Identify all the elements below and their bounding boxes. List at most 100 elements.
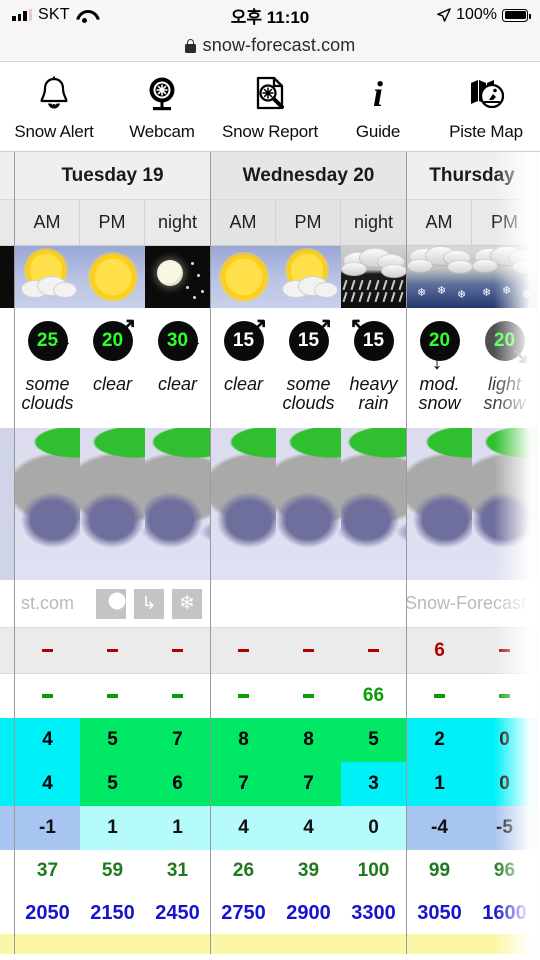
weather-map-image <box>341 428 406 580</box>
period-header-PM[interactable]: PM <box>472 200 537 245</box>
weather-map-cell[interactable] <box>276 428 341 580</box>
nav-item-snow-report[interactable]: Snow Report <box>216 62 324 151</box>
nav-item-label: Webcam <box>129 121 195 141</box>
sun-icon <box>211 246 276 308</box>
wind-speed-badge: 15 ↗ <box>223 315 268 361</box>
period-header-night[interactable]: night <box>341 200 406 245</box>
cloud-puff <box>447 260 472 274</box>
battery-full-icon <box>502 8 531 22</box>
map-row <box>407 428 537 580</box>
rain-amount-cell <box>211 674 276 718</box>
snow-amount-row <box>15 628 210 674</box>
forecast-table[interactable]: Tuesday 19 AM PM night 25 → 20 ↗ 30 → some clouds cl… <box>0 152 540 960</box>
weather-description: light snow <box>483 374 526 414</box>
min-temp-cell: 3 <box>341 762 406 806</box>
max-temp-cell: 7 <box>145 718 210 762</box>
period-header-row: AM PM night <box>15 200 210 246</box>
snow-amount-cell <box>80 628 145 674</box>
wind-speed-badge: 20 ↘ <box>484 321 530 367</box>
bottom-yellow-row <box>211 934 406 954</box>
min-temp-row: 456 <box>15 762 210 806</box>
freezing-level-cell: 2450 <box>145 892 210 934</box>
chill-temp-cell: 4 <box>211 806 276 850</box>
map-row <box>211 428 406 580</box>
weather-map-cell[interactable] <box>407 428 472 580</box>
period-header-night[interactable]: night <box>145 200 210 245</box>
freezing-level-cell: 1600 <box>472 892 537 934</box>
freezing-level-row: 2050 2150 2450 <box>15 892 210 934</box>
freezing-level-cell: 2900 <box>276 892 341 934</box>
bottom-yellow-cell <box>211 934 276 954</box>
sun-glyph <box>88 252 138 302</box>
nav-item-label: Snow Report <box>221 121 319 141</box>
forecast-grid: Tuesday 19 AM PM night 25 → 20 ↗ 30 → some clouds cl… <box>0 152 538 954</box>
carrier-label: SKT <box>38 6 70 23</box>
no-value-dash <box>42 648 53 653</box>
freezing-level-row: 3050 1600 <box>407 892 537 934</box>
browser-url-bar[interactable]: snow-forecast.com <box>0 30 540 62</box>
status-bar: SKT 오후 11:10 100% <box>0 0 540 30</box>
cloud-puff <box>512 260 537 274</box>
snow-amount-cell <box>211 628 276 674</box>
day-header: Tuesday 19 <box>15 152 210 200</box>
weather-map-cell[interactable] <box>15 428 80 580</box>
heavy-rain-icon <box>341 246 406 308</box>
weather-map-cell[interactable] <box>211 428 276 580</box>
rain-amount-cell <box>472 674 537 718</box>
snowflake-icon[interactable]: ❄ <box>172 588 203 619</box>
site-nav-bar: Snow Alert Webcam Snow Report i Guide Pi… <box>0 62 540 152</box>
period-header-AM[interactable]: AM <box>211 200 276 245</box>
freezing-level-row: 2750 2900 3300 <box>211 892 406 934</box>
max-temp-row: 885 <box>211 718 406 762</box>
weather-map-image <box>472 428 537 580</box>
day-header: Wednesday 20 <box>211 152 406 200</box>
period-header-AM[interactable]: AM <box>407 200 472 245</box>
no-value-dash <box>107 648 118 653</box>
snow-icon: ❄ ❄ ❄ <box>407 246 472 308</box>
moon-icon <box>145 246 210 308</box>
nav-item-label: Piste Map <box>449 121 523 141</box>
map-footer-icons: ↳ ❄ <box>96 588 203 619</box>
weather-map-cell[interactable] <box>472 428 537 580</box>
freezing-level-cell: 3300 <box>341 892 406 934</box>
wind-cell: 20 ↓ <box>407 308 472 374</box>
wind-direction-arrow: → <box>51 327 74 352</box>
freezing-level-cell: 2750 <box>211 892 276 934</box>
map-footer <box>211 580 406 628</box>
wind-row: 25 → 20 ↗ 30 → <box>15 308 210 374</box>
weather-map-cell[interactable] <box>145 428 210 580</box>
wind-cell: 25 → <box>15 308 80 374</box>
nav-item-snow-alert[interactable]: Snow Alert <box>0 62 108 151</box>
weather-map-cell[interactable] <box>80 428 145 580</box>
wind-cell: 20 ↗ <box>80 308 145 374</box>
weather-map-cell[interactable] <box>341 428 406 580</box>
freezing-level-cell: 3050 <box>407 892 472 934</box>
arrow-down-icon[interactable]: ↳ <box>134 588 165 619</box>
min-temp-row: 773 <box>211 762 406 806</box>
period-header-PM[interactable]: PM <box>276 200 341 245</box>
chill-temp-cell: 1 <box>80 806 145 850</box>
cloud-icon[interactable] <box>96 588 127 619</box>
no-value-dash <box>434 694 445 698</box>
rain-amount-cell <box>276 674 341 718</box>
max-temp-cell: 5 <box>341 718 406 762</box>
nav-item-guide[interactable]: i Guide <box>324 62 432 151</box>
location-arrow-icon <box>437 8 451 22</box>
rain-amount-cell <box>407 674 472 718</box>
weather-description: some clouds <box>21 374 74 414</box>
period-header-AM[interactable]: AM <box>15 200 80 245</box>
description-row: some clouds clear clear <box>15 374 210 428</box>
period-header-PM[interactable]: PM <box>80 200 145 245</box>
wind-direction-arrow: ↗ <box>249 313 268 338</box>
wind-speed-badge: 20 ↓ <box>419 321 460 373</box>
map-footer-left-text: st.com <box>21 593 75 613</box>
freezing-level-cell: 2150 <box>80 892 145 934</box>
nav-item-piste-map[interactable]: Piste Map <box>432 62 540 151</box>
wind-speed-badge: 15 ↖ <box>350 315 394 361</box>
wind-speed-badge: 15 ↗ <box>288 315 333 361</box>
nav-item-webcam[interactable]: Webcam <box>108 62 216 151</box>
weather-description: clear <box>157 374 197 394</box>
no-value-dash <box>303 648 314 653</box>
humidity-cell: 31 <box>145 850 210 892</box>
day-header: Thursday <box>407 152 537 200</box>
